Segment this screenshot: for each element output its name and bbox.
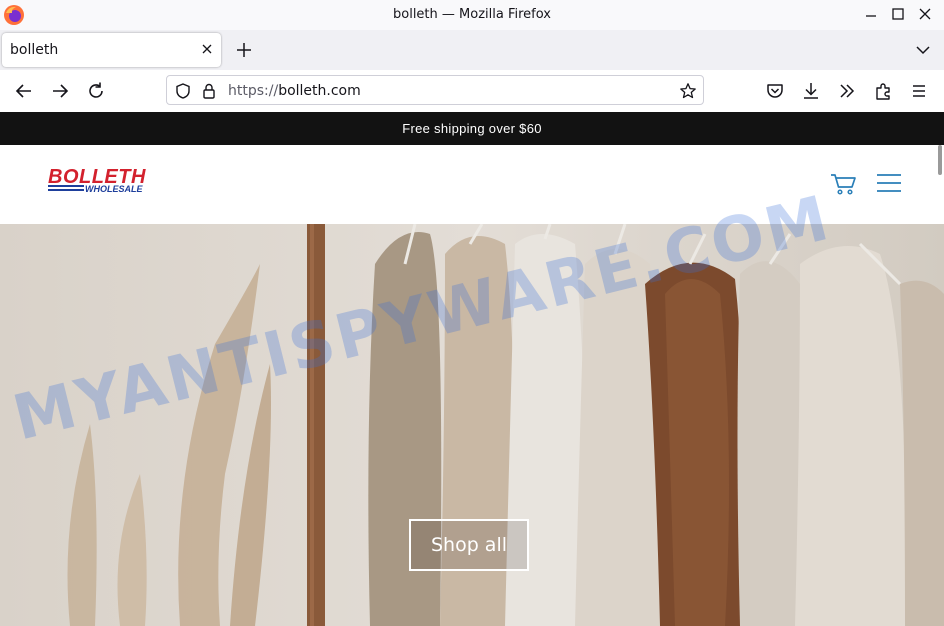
url-text[interactable]: https://bolleth.com bbox=[228, 83, 361, 99]
page-scrollbar[interactable] bbox=[938, 145, 942, 175]
bolleth-logo[interactable]: BOLLETH WHOLESALE bbox=[47, 165, 165, 195]
window-title: bolleth — Mozilla Firefox bbox=[393, 7, 551, 22]
download-icon[interactable] bbox=[800, 80, 822, 102]
window-titlebar: bolleth — Mozilla Firefox bbox=[0, 0, 944, 30]
shop-all-button[interactable]: Shop all bbox=[409, 519, 529, 571]
site-header: BOLLETH WHOLESALE bbox=[0, 145, 944, 224]
tab-bolleth[interactable]: bolleth bbox=[2, 33, 221, 67]
list-all-tabs-icon[interactable] bbox=[914, 42, 932, 58]
shield-icon[interactable] bbox=[174, 82, 192, 100]
new-tab-icon[interactable] bbox=[234, 40, 254, 60]
star-icon[interactable] bbox=[679, 82, 697, 100]
minimize-icon bbox=[866, 15, 876, 17]
brand-tagline: WHOLESALE bbox=[85, 184, 143, 194]
close-icon bbox=[919, 8, 931, 20]
menu-icon[interactable] bbox=[908, 80, 930, 102]
cart-icon[interactable] bbox=[830, 172, 858, 196]
announcement-text: Free shipping over $60 bbox=[402, 121, 542, 136]
pocket-icon[interactable] bbox=[764, 80, 786, 102]
forward-icon[interactable] bbox=[49, 80, 71, 102]
reload-icon[interactable] bbox=[85, 80, 107, 102]
url-scheme: https:// bbox=[228, 83, 279, 99]
hamburger-icon[interactable] bbox=[876, 173, 902, 193]
lock-icon[interactable] bbox=[201, 82, 217, 100]
back-icon[interactable] bbox=[13, 80, 35, 102]
nav-toolbar: https://bolleth.com bbox=[0, 70, 944, 113]
maximize-button[interactable] bbox=[887, 4, 909, 24]
tab-strip: bolleth bbox=[0, 30, 944, 70]
tab-label: bolleth bbox=[10, 42, 59, 58]
announcement-bar: Free shipping over $60 bbox=[0, 112, 944, 145]
close-window-button[interactable] bbox=[914, 4, 936, 24]
extensions-icon[interactable] bbox=[872, 80, 894, 102]
minimize-button[interactable] bbox=[860, 4, 882, 24]
url-host: bolleth.com bbox=[278, 83, 361, 99]
overflow-icon[interactable] bbox=[836, 80, 858, 102]
maximize-icon bbox=[892, 8, 904, 20]
address-bar[interactable]: https://bolleth.com bbox=[166, 75, 704, 105]
close-tab-icon[interactable] bbox=[199, 41, 215, 57]
